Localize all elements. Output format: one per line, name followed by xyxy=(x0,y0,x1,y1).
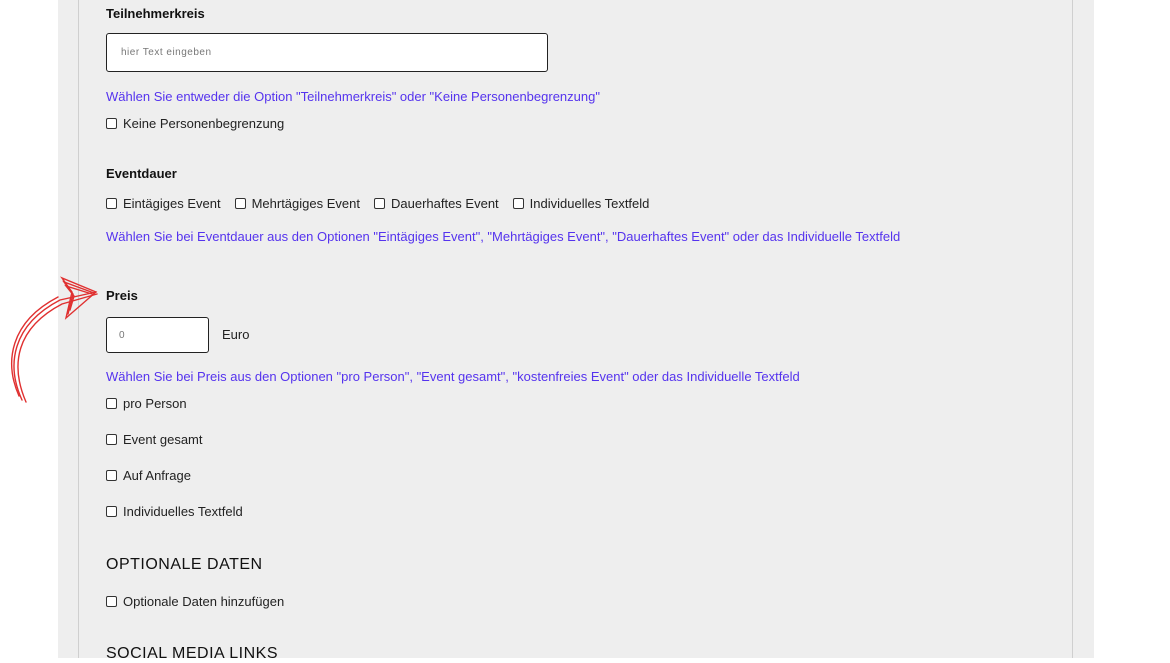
participants-hint: Wählen Sie entweder die Option "Teilnehm… xyxy=(106,89,600,104)
price-checkbox-event-total[interactable] xyxy=(106,434,117,445)
duration-option-multi-day[interactable]: Mehrtägiges Event xyxy=(234,196,360,211)
participants-input[interactable] xyxy=(106,33,548,72)
price-checkbox-per-person[interactable] xyxy=(106,398,117,409)
social-section-title: SOCIAL MEDIA LINKS xyxy=(106,645,279,662)
price-option-label: Auf Anfrage xyxy=(123,468,191,483)
optional-data-label: Optionale Daten hinzufügen xyxy=(123,594,285,609)
red-arrow-icon xyxy=(11,276,98,403)
duration-checkbox-custom[interactable] xyxy=(512,198,524,209)
duration-checkbox-permanent[interactable] xyxy=(373,198,385,209)
no-limit-checkbox[interactable] xyxy=(106,118,117,129)
price-option-label: pro Person xyxy=(123,396,187,411)
duration-checkbox-single-day[interactable] xyxy=(106,198,117,209)
participants-label: Teilnehmerkreis xyxy=(106,6,205,21)
duration-option-label: Eintägiges Event xyxy=(123,196,221,211)
price-option-label: Event gesamt xyxy=(123,432,203,447)
optional-data-checkbox[interactable] xyxy=(106,596,117,607)
duration-label: Eventdauer xyxy=(106,166,177,181)
optional-data-option[interactable]: Optionale Daten hinzufügen xyxy=(106,594,284,609)
duration-option-label: Individuelles Textfeld xyxy=(529,196,650,211)
price-option-event-total[interactable]: Event gesamt xyxy=(106,432,203,447)
no-limit-label: Keine Personenbegrenzung xyxy=(123,116,285,131)
price-checkbox-custom[interactable] xyxy=(106,506,117,517)
price-checkbox-on-request[interactable] xyxy=(106,470,117,481)
duration-option-label: Mehrtägiges Event xyxy=(251,196,360,211)
price-option-on-request[interactable]: Auf Anfrage xyxy=(106,468,191,483)
optional-section-title: OPTIONALE DATEN xyxy=(106,556,263,573)
duration-option-single-day[interactable]: Eintägiges Event xyxy=(106,196,221,211)
price-hint: Wählen Sie bei Preis aus den Optionen "p… xyxy=(106,369,800,384)
duration-option-custom[interactable]: Individuelles Textfeld xyxy=(512,196,650,211)
duration-hint: Wählen Sie bei Eventdauer aus den Option… xyxy=(106,229,901,244)
price-input[interactable]: 0 xyxy=(106,317,209,353)
duration-option-permanent[interactable]: Dauerhaftes Event xyxy=(373,196,499,211)
duration-option-label: Dauerhaftes Event xyxy=(390,196,499,211)
duration-checkbox-multi-day[interactable] xyxy=(234,198,246,209)
price-option-per-person[interactable]: pro Person xyxy=(106,396,187,411)
currency-label: Euro xyxy=(222,327,250,342)
price-option-custom[interactable]: Individuelles Textfeld xyxy=(106,504,243,519)
price-option-label: Individuelles Textfeld xyxy=(123,504,243,519)
no-limit-option[interactable]: Keine Personenbegrenzung xyxy=(106,116,284,131)
price-label: Preis xyxy=(106,288,138,303)
duration-options: Eintägiges Event Mehrtägiges Event Dauer… xyxy=(106,196,649,211)
